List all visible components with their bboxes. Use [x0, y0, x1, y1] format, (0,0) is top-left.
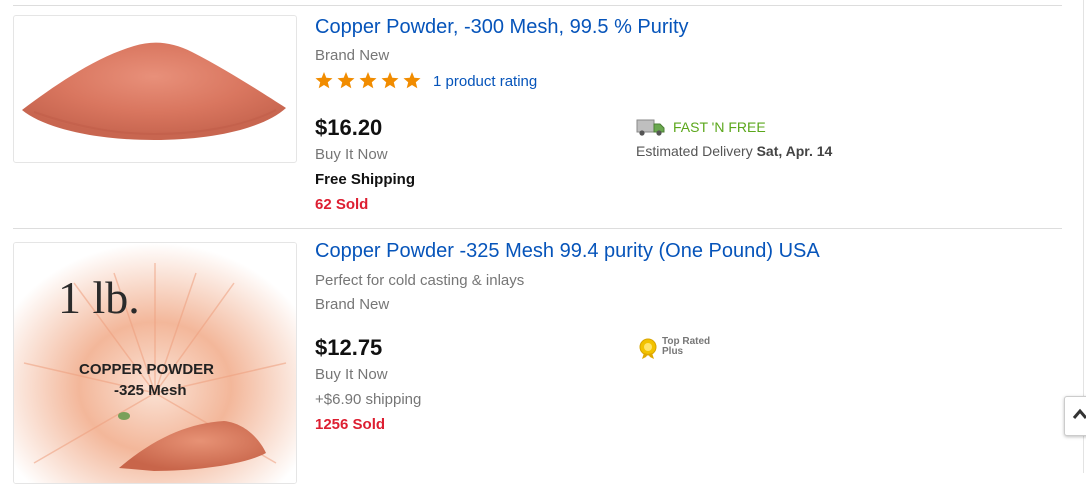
scroll-up-icon — [1072, 408, 1086, 419]
product-image[interactable]: 1 lb. COPPER POWDER -325 Mesh — [13, 242, 297, 484]
shipping-text: Free Shipping — [315, 171, 416, 188]
shipping-text: +$6.90 shipping — [315, 391, 422, 408]
sold-count: 62 Sold — [315, 196, 369, 213]
star-rating[interactable] — [315, 71, 425, 91]
top-rated-seal-icon — [636, 336, 660, 360]
scroll-up-button[interactable] — [1064, 396, 1086, 436]
buy-format: Buy It Now — [315, 366, 388, 383]
price: $16.20 — [315, 115, 383, 140]
star-icon — [315, 72, 421, 89]
divider — [13, 5, 1062, 6]
condition-text: Brand New — [315, 47, 390, 64]
truck-icon — [636, 117, 666, 137]
fast-n-free-label: FAST 'N FREE — [673, 119, 766, 135]
delivery-date: Sat, Apr. 14 — [756, 143, 833, 159]
image-mesh-text: -325 Mesh — [114, 382, 187, 399]
listing-title[interactable]: Copper Powder, -300 Mesh, 99.5 % Purity — [315, 16, 689, 39]
rating-link[interactable]: 1 product rating — [433, 73, 537, 90]
divider — [13, 228, 1062, 229]
image-weight-text: 1 lb. — [58, 272, 140, 323]
product-image[interactable] — [13, 15, 297, 163]
subtitle-text: Perfect for cold casting & inlays — [315, 272, 525, 289]
buy-format: Buy It Now — [315, 146, 388, 163]
image-product-text: COPPER POWDER — [79, 361, 214, 378]
top-rated-plus-badge: Top Rated Plus — [662, 337, 710, 357]
price: $12.75 — [315, 335, 383, 360]
sold-count: 1256 Sold — [315, 416, 386, 433]
delivery-prefix: Estimated Delivery — [636, 143, 753, 159]
listing-title[interactable]: Copper Powder -325 Mesh 99.4 purity (One… — [315, 240, 820, 263]
condition-text: Brand New — [315, 296, 390, 313]
badge-line2: Plus — [662, 346, 684, 357]
estimated-delivery: Estimated Delivery Sat, Apr. 14 — [636, 143, 832, 159]
